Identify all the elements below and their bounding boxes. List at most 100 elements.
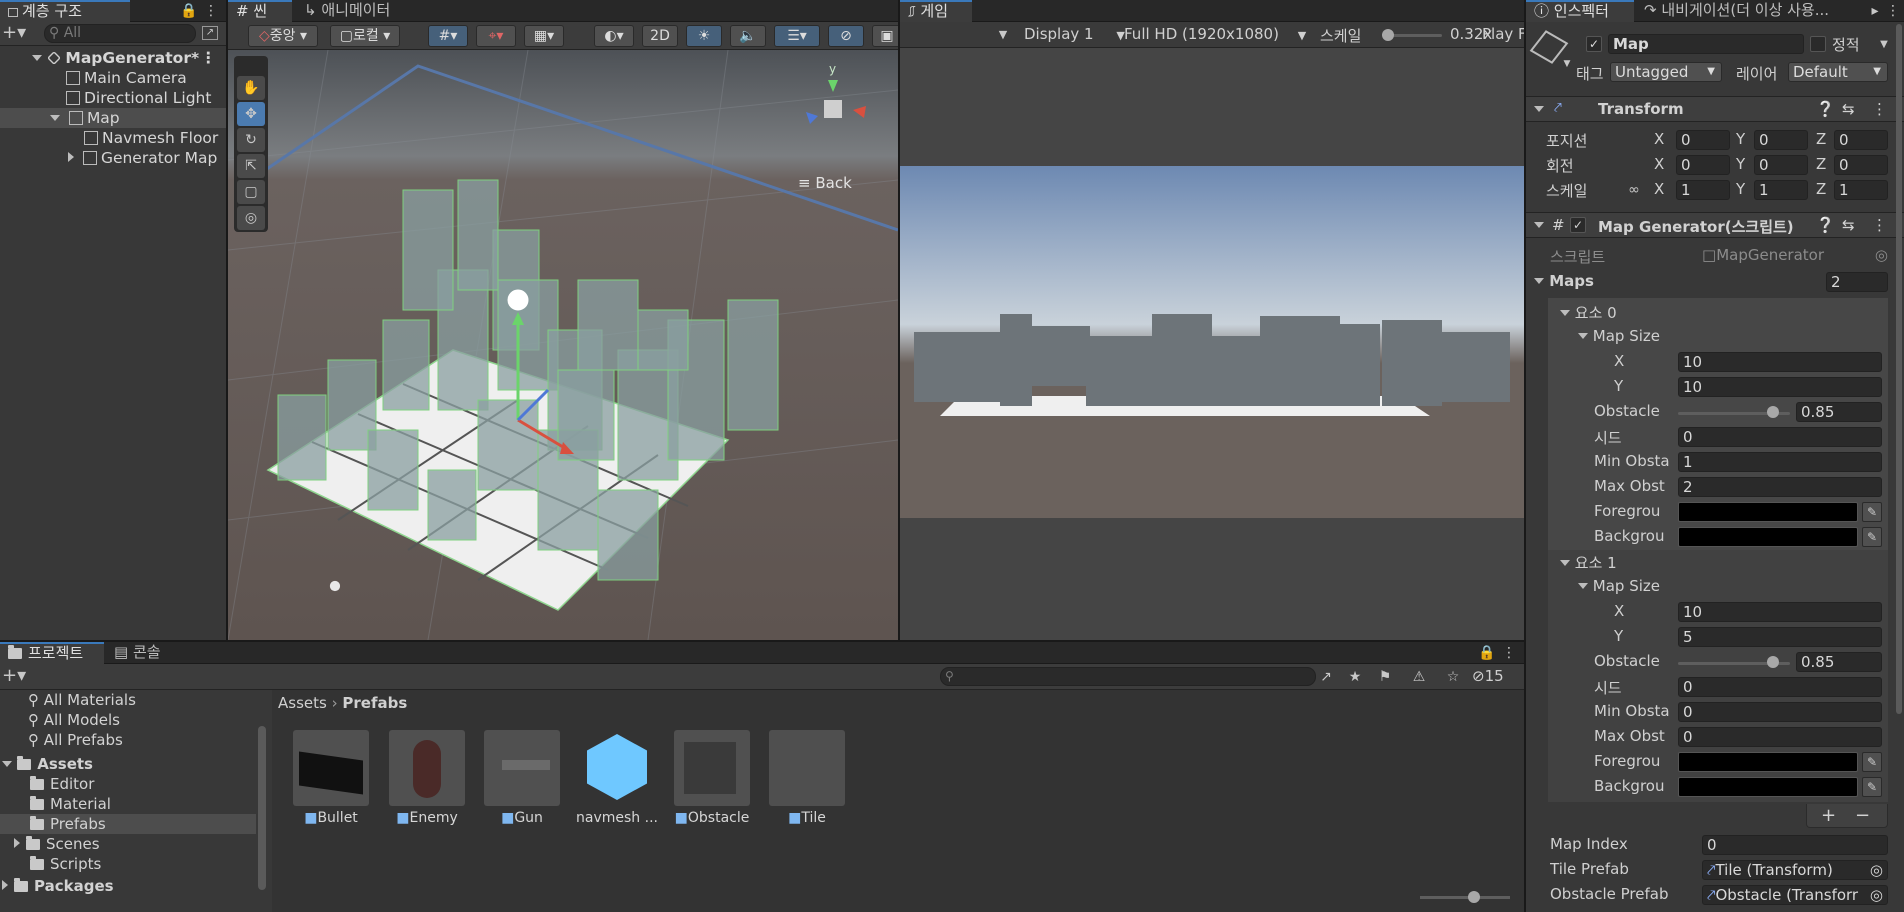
asset-bullet[interactable]: ■Bullet [293, 730, 369, 826]
map-size-header[interactable]: Map Size [1578, 327, 1660, 345]
background-color-field[interactable] [1678, 527, 1858, 547]
help-icon[interactable]: ❔ [1816, 100, 1835, 118]
tree-item-packages[interactable]: Packages [0, 876, 272, 896]
mapgen-collapse-icon[interactable] [1534, 222, 1544, 228]
breadcrumb-assets[interactable]: Assets [278, 694, 327, 712]
grid-snap-button[interactable]: #▾ [428, 25, 468, 47]
scene-menu-icon[interactable]: ⋮ [201, 48, 217, 68]
search-options-icon[interactable]: ↗ [1318, 669, 1334, 685]
eyedropper-icon[interactable]: ✎ [1862, 502, 1882, 522]
lock-icon[interactable]: 🔒 [180, 3, 197, 19]
scene-visibility-icon[interactable]: ⊘ [828, 25, 864, 47]
rotation-y-input[interactable]: 0 [1754, 155, 1808, 175]
transform-tool-icon[interactable]: ◎ [237, 206, 265, 230]
map-size-x-input[interactable]: 10 [1678, 602, 1882, 622]
expand-icon[interactable] [2, 761, 12, 767]
rotation-z-input[interactable]: 0 [1834, 155, 1888, 175]
map-index-input[interactable]: 0 [1702, 835, 1888, 855]
tree-item-all-materials[interactable]: ⚲ All Materials [0, 690, 272, 710]
link-icon[interactable]: ∞ [1626, 182, 1642, 198]
hierarchy-item-navmesh-floor[interactable]: Navmesh Floor [0, 128, 226, 148]
play-focus-dropdown[interactable]: Play F [1482, 25, 1524, 43]
tree-item-assets[interactable]: Assets [0, 754, 272, 774]
object-picker-icon[interactable]: ◎ [1870, 861, 1883, 879]
map-size-header[interactable]: Map Size [1578, 577, 1660, 595]
lighting-toggle-icon[interactable]: ☀ [686, 25, 722, 47]
space-dropdown[interactable]: ▢로컬 ▾ [330, 25, 400, 47]
menu-dots-icon[interactable]: ⋮ [1502, 645, 1516, 661]
transform-header[interactable]: ⤤ Transform ❔ ⇆ ⋮ [1526, 96, 1904, 122]
active-checkbox[interactable]: ✓ [1586, 36, 1602, 52]
tree-item-editor[interactable]: Editor [0, 774, 272, 794]
mapgen-enabled-checkbox[interactable]: ✓ [1570, 217, 1586, 233]
element-collapse-icon[interactable] [1560, 560, 1570, 566]
component-menu-icon[interactable]: ⋮ [1872, 100, 1887, 118]
grid-visibility-button[interactable]: ▦▾ [524, 25, 564, 47]
background-color-field[interactable] [1678, 777, 1858, 797]
tab-animator[interactable]: ↳ 애니메이터 [296, 0, 398, 22]
mode-2d-button[interactable]: 2D [642, 25, 678, 47]
expand-icon[interactable] [32, 55, 42, 61]
filter-warning-icon[interactable]: ⚠ [1410, 669, 1428, 685]
tab-navigation[interactable]: ↷ 내비게이션(더 이상 사용... [1636, 0, 1846, 22]
inspector-menu-icon[interactable]: ⋮ [1886, 3, 1900, 19]
pivot-dropdown[interactable]: ◇중앙 ▾ [248, 25, 318, 47]
foreground-color-field[interactable] [1678, 752, 1858, 772]
remove-element-icon[interactable]: − [1855, 805, 1870, 826]
eyedropper-icon[interactable]: ✎ [1862, 527, 1882, 547]
camera-settings-icon[interactable]: ▣ [872, 25, 898, 47]
tab-inspector[interactable]: ⓘ 인스펙터 [1526, 0, 1634, 22]
gizmo-back-label[interactable]: ≡ Back [798, 174, 852, 192]
tab-scene[interactable]: # 씬 [228, 0, 292, 22]
help-icon[interactable]: ❔ [1816, 216, 1835, 234]
asset-navmesh[interactable]: navmesh ... [576, 730, 658, 826]
hierarchy-item-generator-map[interactable]: Generator Map [0, 148, 226, 168]
max-obstacle-input[interactable]: 2 [1678, 477, 1882, 497]
resolution-dropdown[interactable]: Full HD (1920x1080) ▼ [1124, 25, 1334, 43]
game-render[interactable] [900, 166, 1524, 518]
asset-gun[interactable]: ■Gun [484, 730, 560, 826]
scale-y-input[interactable]: 1 [1754, 180, 1808, 200]
seed-input[interactable]: 0 [1678, 677, 1882, 697]
scene-row[interactable]: MapGenerator* ⋮ [0, 48, 226, 68]
tag-dropdown[interactable]: Untagged ▼ [1610, 62, 1722, 82]
map-generator-header[interactable]: # ✓ Map Generator(스크립트) ❔ ⇆ ⋮ [1526, 212, 1904, 238]
tree-item-scripts[interactable]: Scripts [0, 854, 272, 874]
element-collapse-icon[interactable] [1560, 310, 1570, 316]
max-obstacle-input[interactable]: 0 [1678, 727, 1882, 747]
draw-mode-button[interactable]: ◐▾ [594, 25, 634, 47]
hierarchy-search-input[interactable]: ⚲ All [44, 24, 196, 43]
min-obstacle-input[interactable]: 0 [1678, 702, 1882, 722]
zoom-slider-knob[interactable] [1468, 891, 1480, 903]
foreground-color-field[interactable] [1678, 502, 1858, 522]
seed-input[interactable]: 0 [1678, 427, 1882, 447]
rect-tool-icon[interactable]: ▢ [237, 180, 265, 204]
obstacle-prefab-field[interactable]: ⤤Obstacle (Transforr ◎ [1702, 885, 1888, 905]
collapse-icon[interactable] [2, 880, 8, 890]
project-search-input[interactable]: ⚲ [940, 667, 1316, 686]
transform-collapse-icon[interactable] [1534, 106, 1544, 112]
tab-game[interactable]: ⎎ 게임 [900, 0, 972, 22]
object-name-input[interactable]: Map [1608, 34, 1804, 54]
favorite-icon[interactable]: ☆ [1444, 669, 1462, 685]
orientation-gizmo[interactable]: y [798, 62, 868, 142]
obstacle-value-input[interactable]: 0.85 [1796, 652, 1882, 672]
hand-tool-icon[interactable]: ✋ [237, 76, 265, 100]
eyedropper-icon[interactable]: ✎ [1862, 777, 1882, 797]
element-header[interactable]: 요소 1 [1560, 552, 1617, 573]
tree-item-prefabs[interactable]: Prefabs [0, 814, 256, 834]
scale-x-input[interactable]: 1 [1676, 180, 1730, 200]
inspector-scrollbar[interactable] [1896, 24, 1902, 714]
asset-tile[interactable]: ■Tile [769, 730, 845, 826]
element-header[interactable]: 요소 0 [1560, 302, 1617, 323]
search-options-icon[interactable]: ↗ [202, 26, 218, 40]
move-tool-icon[interactable]: ✥ [237, 102, 265, 126]
hierarchy-item-main-camera[interactable]: Main Camera [0, 68, 226, 88]
zoom-slider-track[interactable] [1420, 896, 1510, 899]
expand-icon[interactable] [50, 115, 60, 121]
position-x-input[interactable]: 0 [1676, 130, 1730, 150]
obstacle-slider-knob[interactable] [1767, 656, 1780, 668]
min-obstacle-input[interactable]: 1 [1678, 452, 1882, 472]
scale-z-input[interactable]: 1 [1834, 180, 1888, 200]
map-size-y-input[interactable]: 10 [1678, 377, 1882, 397]
